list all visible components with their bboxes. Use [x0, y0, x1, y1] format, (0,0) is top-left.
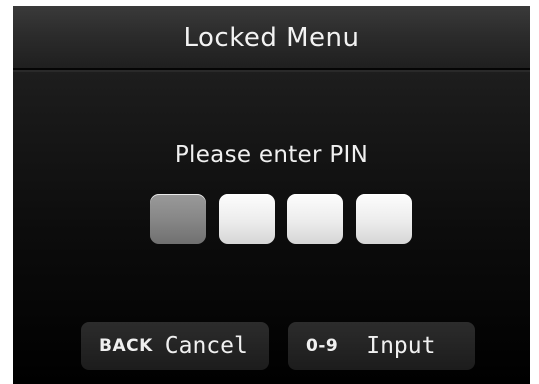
pin-digit-4[interactable] [356, 194, 412, 244]
cancel-button[interactable]: BACK Cancel [81, 322, 269, 370]
title-bar: Locked Menu [13, 6, 530, 72]
pin-entry-row[interactable] [150, 194, 412, 246]
input-label: Input [366, 333, 436, 359]
device-screen: Locked Menu Please enter PIN BACK Cancel… [13, 6, 530, 384]
input-button[interactable]: 0-9 Input [288, 322, 475, 370]
page-title: Locked Menu [183, 23, 360, 53]
back-key-hint: BACK [99, 336, 153, 356]
pin-digit-3[interactable] [287, 194, 343, 244]
digit-key-hint: 0-9 [306, 336, 339, 356]
pin-digit-2[interactable] [219, 194, 275, 244]
pin-prompt: Please enter PIN [174, 142, 369, 168]
cancel-label: Cancel [164, 333, 248, 359]
pin-digit-1[interactable] [150, 194, 206, 244]
